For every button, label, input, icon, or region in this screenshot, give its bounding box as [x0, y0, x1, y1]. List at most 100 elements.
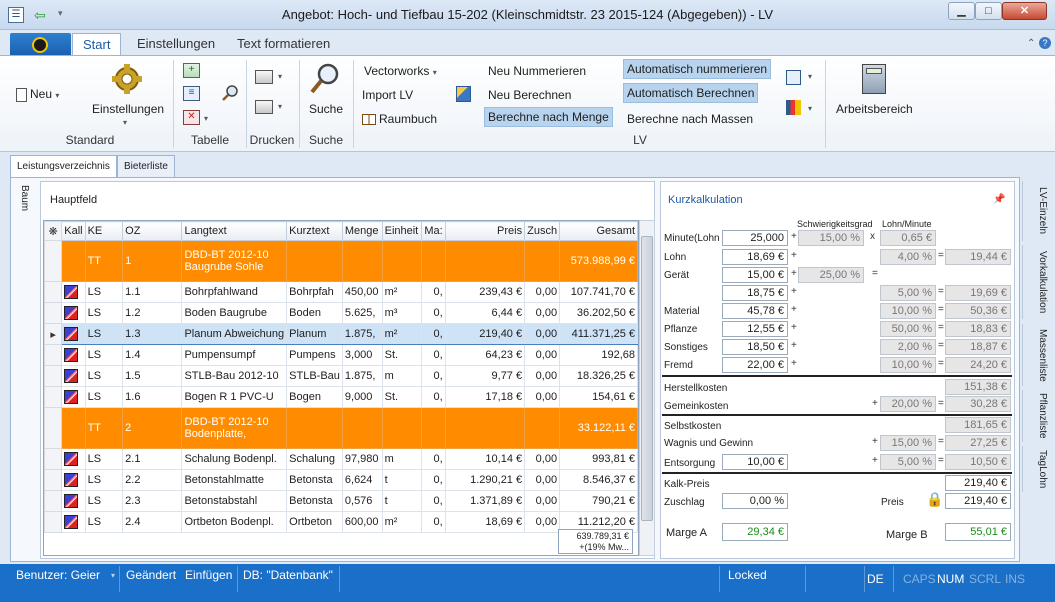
table-row[interactable]: LS 1.6 Bogen R 1 PVC-U Bogen 9,000 St. 0…: [44, 386, 638, 408]
cell-ma[interactable]: 0,: [421, 344, 446, 366]
cell-zusch[interactable]: 0,00: [524, 386, 561, 408]
cell-gesamt[interactable]: 411.371,25 €: [559, 323, 638, 345]
cell-kall[interactable]: [61, 469, 86, 491]
table-row[interactable]: LS 2.3 Betonstabstahl Betonsta 0,576 t 0…: [44, 490, 638, 512]
cell-preis[interactable]: 1.290,21 €: [444, 469, 526, 491]
cell-oz[interactable]: 2.2: [122, 469, 183, 491]
row-indicator[interactable]: [44, 490, 63, 512]
cell-langtext[interactable]: Schalung Bodenpl.: [181, 448, 288, 470]
cell-kall[interactable]: [61, 386, 86, 408]
cell-oz[interactable]: 1: [122, 240, 183, 282]
row-indicator[interactable]: [44, 511, 63, 533]
cell-einheit[interactable]: m²: [381, 323, 423, 345]
header-ma[interactable]: Ma:: [421, 221, 446, 241]
cell-einheit[interactable]: m²: [381, 281, 423, 303]
einstellungen-button[interactable]: Einstellungen: [92, 102, 164, 116]
header-gesamt[interactable]: Gesamt: [559, 221, 638, 241]
raumbuch-button[interactable]: Raumbuch: [362, 112, 437, 126]
cell-preis[interactable]: 18,69 €: [444, 511, 526, 533]
zoom-icon[interactable]: [221, 84, 239, 102]
row-indicator[interactable]: [44, 365, 63, 387]
row-indicator[interactable]: [44, 302, 63, 324]
cell-gesamt[interactable]: 107.741,70 €: [559, 281, 638, 303]
print-preview-icon[interactable]: [255, 100, 273, 114]
calculator-icon[interactable]: [862, 64, 886, 94]
minimize-button[interactable]: ▁: [948, 2, 975, 20]
row-indicator[interactable]: [44, 448, 63, 470]
cell-einheit[interactable]: St.: [381, 344, 423, 366]
cell-langtext[interactable]: Bogen R 1 PVC-U: [181, 386, 288, 408]
sonstiges-input[interactable]: 18,50 €: [722, 339, 788, 355]
table-row[interactable]: LS 1.4 Pumpensumpf Pumpens 3,000 St. 0, …: [44, 344, 638, 366]
header-langtext[interactable]: Langtext: [181, 221, 288, 241]
cell-kurztext[interactable]: STLB-Bau: [286, 365, 343, 387]
cell-ma[interactable]: 0,: [421, 511, 446, 533]
cell-oz[interactable]: 2.1: [122, 448, 183, 470]
maximize-button[interactable]: □: [975, 2, 1002, 20]
side-tab-pflanzliste[interactable]: Pflanzliste: [1022, 390, 1048, 442]
cell-ma[interactable]: 0,: [421, 302, 446, 324]
cell-langtext[interactable]: Planum Abweichung: [181, 323, 288, 345]
cell-kurztext[interactable]: Boden: [286, 302, 343, 324]
close-button[interactable]: ✕: [1002, 2, 1047, 20]
cell-ke[interactable]: TT: [84, 240, 124, 282]
table-row[interactable]: LS 2.4 Ortbeton Bodenpl. Ortbeton 600,00…: [44, 511, 638, 533]
cell-gesamt[interactable]: 8.546,37 €: [559, 469, 638, 491]
cell-gesamt[interactable]: 154,61 €: [559, 386, 638, 408]
cell-menge[interactable]: 0,576: [341, 490, 383, 512]
cell-gesamt[interactable]: 192,68: [559, 344, 638, 366]
delete-row-icon[interactable]: ✕: [183, 110, 200, 125]
chevron-down-icon[interactable]: ▾: [111, 571, 115, 580]
cell-langtext[interactable]: DBD-BT 2012-10 Baugrube Sohle: [181, 240, 288, 282]
row-indicator-current[interactable]: ▸: [44, 323, 63, 345]
lock-icon[interactable]: 🔒: [926, 491, 943, 508]
cell-preis[interactable]: 1.371,89 €: [444, 490, 526, 512]
cell-kall[interactable]: [61, 302, 86, 324]
ribbon-collapse-icon[interactable]: ⌃: [1027, 38, 1035, 49]
cell-zusch[interactable]: 0,00: [524, 323, 561, 345]
row-indicator[interactable]: [44, 344, 63, 366]
header-einheit[interactable]: Einheit: [381, 221, 423, 241]
cell-zusch[interactable]: 0,00: [524, 511, 561, 533]
cell-zusch[interactable]: 0,00: [524, 344, 561, 366]
cell-gesamt[interactable]: 993,81 €: [559, 448, 638, 470]
cell-ke[interactable]: LS: [84, 511, 124, 533]
cell-menge[interactable]: 450,00: [341, 281, 383, 303]
neu-berechnen-button[interactable]: Neu Berechnen: [488, 88, 571, 102]
cell-preis[interactable]: 64,23 €: [444, 344, 526, 366]
cell-einheit[interactable]: St.: [381, 386, 423, 408]
group-row[interactable]: TT 2 DBD-BT 2012-10 Bodenplatte, 33.122,1…: [44, 407, 638, 449]
cell-kurztext[interactable]: Bohrpfah: [286, 281, 343, 303]
side-tab-baum[interactable]: Baum: [10, 185, 30, 225]
header-ke[interactable]: KE: [84, 221, 124, 241]
cell-kall[interactable]: [61, 511, 86, 533]
app-logo-icon[interactable]: [32, 37, 48, 53]
indent-row-icon[interactable]: ≡: [183, 86, 200, 101]
cell-kall[interactable]: [61, 344, 86, 366]
cell-menge[interactable]: 9,000: [341, 386, 383, 408]
cell-einheit[interactable]: m³: [381, 302, 423, 324]
cell-zusch[interactable]: 0,00: [524, 448, 561, 470]
cell-menge[interactable]: 1.875,: [341, 323, 383, 345]
cell-langtext[interactable]: Bohrpfahlwand: [181, 281, 288, 303]
neu-button[interactable]: Neu ▾: [16, 87, 59, 102]
cell-oz[interactable]: 1.6: [122, 386, 183, 408]
row-indicator[interactable]: [44, 240, 63, 282]
cell-ke[interactable]: LS: [84, 490, 124, 512]
cell-kurztext[interactable]: Bogen: [286, 386, 343, 408]
row-indicator[interactable]: [44, 281, 63, 303]
side-tab-vorkalkulation[interactable]: Vorkalkulation: [1022, 245, 1048, 319]
cell-preis[interactable]: 17,18 €: [444, 386, 526, 408]
cell-kall[interactable]: [61, 281, 86, 303]
add-row-icon[interactable]: +: [183, 63, 200, 78]
cell-menge[interactable]: 6,624: [341, 469, 383, 491]
cell-kurztext[interactable]: Schalung: [286, 448, 343, 470]
cell-einheit[interactable]: m: [381, 365, 423, 387]
side-tab-lv-einzeln[interactable]: LV-Einzeln: [1022, 181, 1048, 241]
cell-preis[interactable]: 219,40 €: [444, 323, 526, 345]
chart-icon[interactable]: [786, 100, 801, 115]
table-row[interactable]: LS 1.2 Boden Baugrube Boden 5.625, m³ 0,…: [44, 302, 638, 324]
suche-button[interactable]: Suche: [309, 102, 343, 116]
cell-gesamt[interactable]: 18.326,25 €: [559, 365, 638, 387]
cell-langtext[interactable]: STLB-Bau 2012-10: [181, 365, 288, 387]
